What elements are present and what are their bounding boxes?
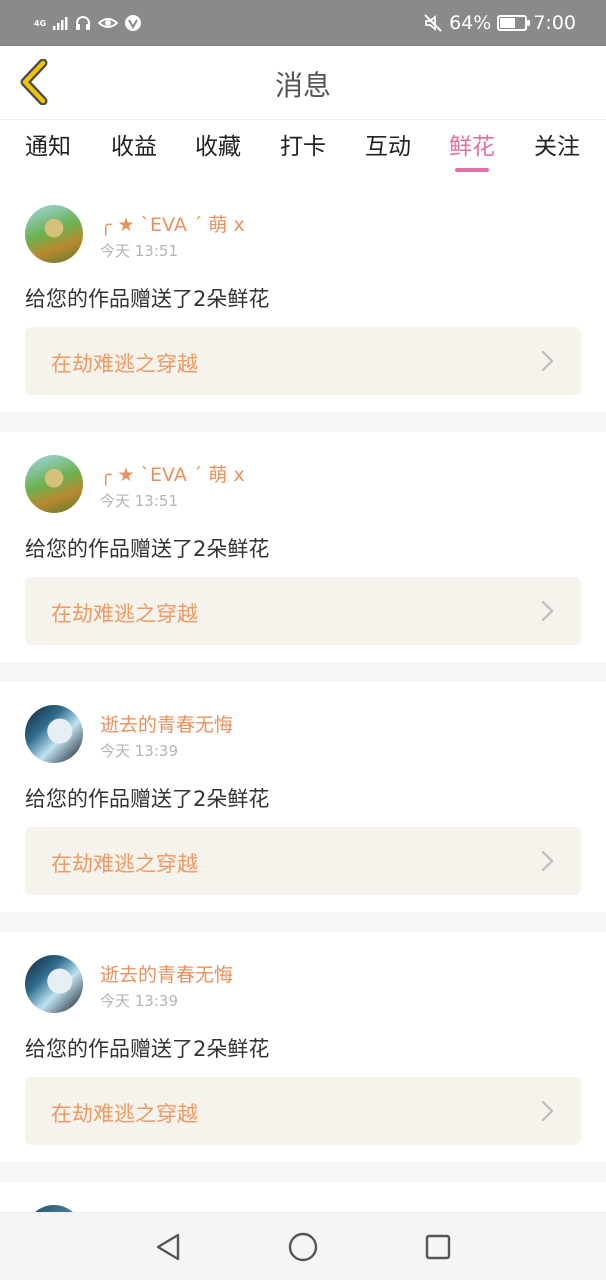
page-title: 消息 (274, 69, 331, 102)
recents-square-icon (425, 1234, 451, 1260)
avatar[interactable] (25, 205, 83, 263)
system-nav-bar (0, 1212, 606, 1280)
status-time: 7:00 (533, 12, 576, 34)
tab-notifications[interactable]: 通知 (12, 120, 84, 182)
tab-earnings[interactable]: 收益 (98, 120, 170, 182)
tab-bar: 通知 收益 收藏 打卡 互动 鲜花 关注 (0, 120, 606, 182)
active-tab-indicator (455, 168, 489, 172)
message-card: 逝去的青春无悔 今天 13:39 给您的作品赠送了2朵鲜花 在劫难逃之穿越 (0, 932, 606, 1162)
chevron-right-icon (541, 350, 554, 372)
back-triangle-icon (156, 1233, 180, 1261)
sender-nickname[interactable]: 逝去的青春无悔 (100, 710, 233, 737)
tab-label: 鲜花 (449, 134, 495, 160)
message-time: 今天 13:39 (100, 992, 178, 1010)
work-link[interactable]: 在劫难逃之穿越 (25, 327, 581, 395)
chevron-right-icon (541, 1100, 554, 1122)
message-text: 给您的作品赠送了2朵鲜花 (25, 1037, 270, 1061)
tab-flowers[interactable]: 鲜花 (436, 120, 508, 182)
tab-label: 互动 (365, 134, 411, 160)
sender-nickname[interactable]: ╭ ★ ˋEVA ˊ 萌 x (100, 210, 245, 237)
tab-check-in[interactable]: 打卡 (267, 120, 339, 182)
work-link[interactable]: 在劫难逃之穿越 (25, 1077, 581, 1145)
app-screen: 4G 64% 7:00 消息 通知 收益 收藏 打卡 互动 鲜花 关注 ╭ ★ … (0, 0, 606, 1280)
vpn-icon (125, 15, 141, 31)
eye-icon (98, 18, 118, 28)
work-link[interactable]: 在劫难逃之穿越 (25, 577, 581, 645)
message-time: 今天 13:51 (100, 492, 178, 510)
tab-following[interactable]: 关注 (521, 120, 593, 182)
message-text: 给您的作品赠送了2朵鲜花 (25, 787, 270, 811)
tab-label: 收藏 (195, 134, 241, 160)
chevron-right-icon (541, 850, 554, 872)
mute-icon (424, 14, 442, 32)
tab-interactions[interactable]: 互动 (352, 120, 424, 182)
nav-recents-button[interactable] (420, 1229, 456, 1265)
battery-percent: 64% (449, 12, 492, 34)
tab-label: 通知 (25, 134, 71, 160)
work-title: 在劫难逃之穿越 (51, 1102, 198, 1126)
tab-label: 收益 (111, 134, 157, 160)
tab-label: 关注 (534, 134, 580, 160)
sender-nickname[interactable]: 逝去的青春无悔 (100, 960, 233, 987)
home-circle-icon (288, 1232, 318, 1262)
work-title: 在劫难逃之穿越 (51, 852, 198, 876)
avatar[interactable] (25, 705, 83, 763)
message-card: 逝去的青春无悔 今天 13:39 给您的作品赠送了2朵鲜花 在劫难逃之穿越 (0, 682, 606, 912)
message-text: 给您的作品赠送了2朵鲜花 (25, 287, 270, 311)
status-bar: 4G 64% 7:00 (0, 0, 606, 46)
chevron-right-icon (541, 600, 554, 622)
sender-nickname[interactable]: ╭ ★ ˋEVA ˊ 萌 x (100, 460, 245, 487)
message-card: ╭ ★ ˋEVA ˊ 萌 x 今天 13:51 给您的作品赠送了2朵鲜花 在劫难… (0, 182, 606, 412)
message-time: 今天 13:51 (100, 242, 178, 260)
message-time: 今天 13:39 (100, 742, 178, 760)
avatar[interactable] (25, 955, 83, 1013)
nav-back-button[interactable] (150, 1229, 186, 1265)
signal-icon (53, 17, 68, 30)
work-link[interactable]: 在劫难逃之穿越 (25, 827, 581, 895)
work-title: 在劫难逃之穿越 (51, 352, 198, 376)
nav-home-button[interactable] (285, 1229, 321, 1265)
message-card: ╭ ★ ˋEVA ˊ 萌 x 今天 13:51 给您的作品赠送了2朵鲜花 在劫难… (0, 432, 606, 662)
message-text: 给您的作品赠送了2朵鲜花 (25, 537, 270, 561)
tab-favorites[interactable]: 收藏 (182, 120, 254, 182)
app-header: 消息 (0, 46, 606, 120)
headset-icon (76, 16, 90, 30)
avatar[interactable] (25, 455, 83, 513)
battery-icon (497, 15, 531, 31)
network-type-label: 4G (34, 18, 47, 28)
work-title: 在劫难逃之穿越 (51, 602, 198, 626)
tab-label: 打卡 (280, 134, 326, 160)
